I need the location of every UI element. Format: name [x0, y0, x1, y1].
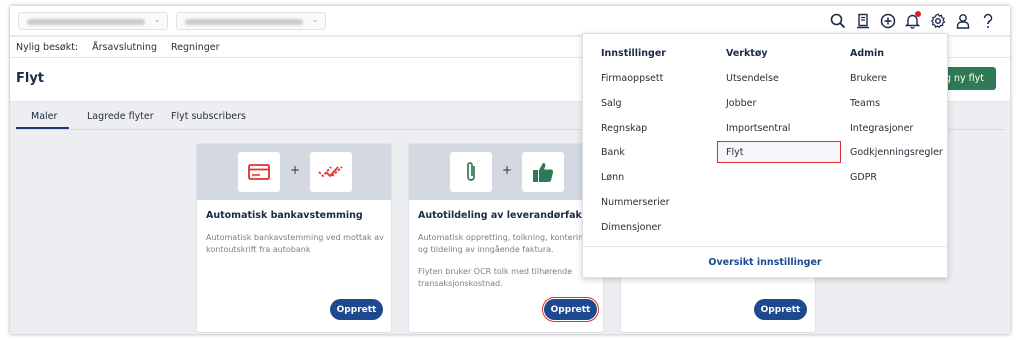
menu-divider: [583, 246, 947, 247]
top-bar: ⌄ ⌄: [10, 6, 1010, 36]
menu-column-innstillinger: Innstillinger Firmaoppsett Salg Regnskap…: [601, 48, 669, 247]
gear-icon[interactable]: [927, 10, 948, 31]
add-circle-icon[interactable]: [877, 10, 898, 31]
menu-item-dimensjoner[interactable]: Dimensjoner: [601, 222, 669, 247]
menu-heading: Admin: [850, 48, 885, 59]
toolbar-icons: [827, 10, 998, 31]
menu-item-flyt[interactable]: Flyt: [726, 147, 790, 172]
create-button[interactable]: Opprett: [330, 299, 383, 320]
active-tab-indicator: [16, 127, 69, 129]
recent-link-arsavslutning[interactable]: Årsavslutning: [92, 42, 157, 53]
template-card-invoice: + Autotildeling av leverandørfaktura Aut…: [408, 143, 604, 333]
notification-dot: [915, 11, 921, 17]
page-title: Flyt: [16, 71, 45, 86]
app-window: ⌄ ⌄ Nylig besøkt: Årsavslutning Regninge…: [10, 6, 1010, 334]
tab-maler[interactable]: Maler: [31, 111, 57, 122]
recent-link-regninger[interactable]: Regninger: [171, 42, 220, 53]
menu-item-integrasjoner[interactable]: Integrasjoner: [850, 123, 943, 148]
plus-icon: +: [290, 163, 301, 177]
menu-item-teams[interactable]: Teams: [850, 98, 943, 123]
card-description: Automatisk oppretting, tolkning, konteri…: [418, 233, 589, 254]
menu-item-importsentral[interactable]: Importsentral: [726, 123, 790, 148]
menu-item-godkjenningsregler[interactable]: Godkjenningsregler: [850, 147, 943, 172]
bell-icon[interactable]: [902, 10, 923, 31]
credit-card-icon: [238, 152, 280, 192]
company-selector[interactable]: ⌄: [18, 12, 168, 30]
card-hero: +: [409, 144, 603, 200]
menu-item-firmaoppsett[interactable]: Firmaoppsett: [601, 73, 669, 98]
menu-item-regnskap[interactable]: Regnskap: [601, 123, 669, 148]
search-icon[interactable]: [827, 10, 848, 31]
menu-item-salg[interactable]: Salg: [601, 98, 669, 123]
plus-icon: +: [502, 163, 513, 177]
menu-item-lonn[interactable]: Lønn: [601, 172, 669, 197]
thumbs-up-icon: [522, 152, 564, 192]
help-icon[interactable]: [977, 10, 998, 31]
card-hero: +: [197, 144, 391, 200]
menu-heading: Innstillinger: [601, 48, 666, 59]
menu-item-nummerserier[interactable]: Nummerserier: [601, 197, 669, 222]
menu-item-utsendelse[interactable]: Utsendelse: [726, 73, 790, 98]
tab-lagrede-flyter[interactable]: Lagrede flyter: [87, 111, 154, 122]
create-button[interactable]: Opprett: [542, 297, 599, 322]
card-title: Automatisk bankavstemming: [206, 210, 363, 221]
user-icon[interactable]: [952, 10, 973, 31]
menu-heading: Verktøy: [726, 48, 768, 59]
card-note: Flyten bruker OCR tolk med tilhørende tr…: [418, 267, 573, 288]
paperclip-icon: [450, 152, 492, 192]
settings-menu: Innstillinger Firmaoppsett Salg Regnskap…: [582, 33, 948, 278]
menu-item-jobber[interactable]: Jobber: [726, 98, 790, 123]
year-selector[interactable]: ⌄: [176, 12, 326, 30]
card-title: Autotildeling av leverandørfaktura: [418, 210, 605, 221]
template-card-bank: + Automatisk bankavstemming Automatisk b…: [196, 143, 392, 333]
double-check-icon: [310, 152, 352, 192]
card-description: Automatisk bankavstemming ved mottak av …: [206, 233, 384, 254]
menu-item-gdpr[interactable]: GDPR: [850, 172, 943, 197]
menu-item-brukere[interactable]: Brukere: [850, 73, 943, 98]
menu-column-admin: Admin Brukere Teams Integrasjoner Godkje…: [850, 48, 943, 197]
settings-overview-link[interactable]: Oversikt innstillinger: [583, 257, 947, 268]
create-button[interactable]: Opprett: [754, 299, 807, 320]
recent-label: Nylig besøkt:: [16, 41, 79, 53]
menu-column-verktoy: Verktøy Utsendelse Jobber Importsentral …: [726, 48, 790, 172]
menu-item-bank[interactable]: Bank: [601, 147, 669, 172]
archive-icon[interactable]: [852, 10, 873, 31]
tab-flyt-subscribers[interactable]: Flyt subscribers: [171, 111, 246, 122]
